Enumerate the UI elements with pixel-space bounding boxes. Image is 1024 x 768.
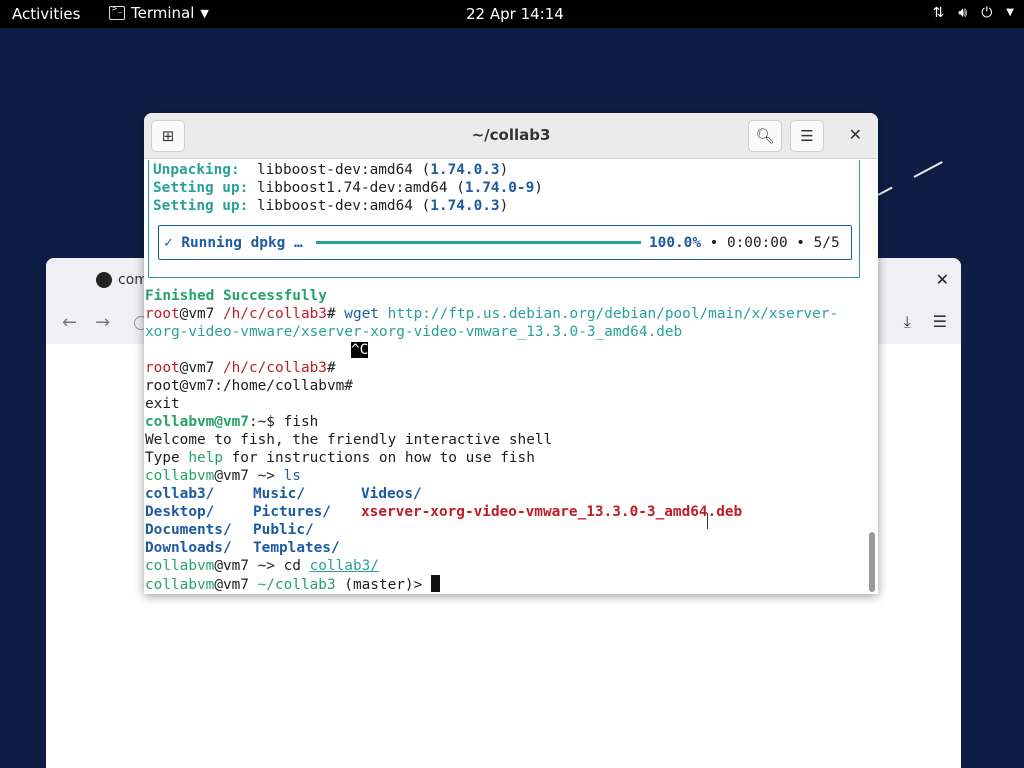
download-icon[interactable]: ⤓ — [904, 312, 911, 332]
progress-label: ✓ Running dpkg … — [164, 235, 303, 251]
network-icon: ⇅ — [932, 5, 945, 21]
menu-icon[interactable]: ☰ — [933, 312, 947, 332]
close-icon[interactable]: ✕ — [936, 270, 949, 289]
browser-nav: ← → — [62, 312, 110, 333]
system-tray[interactable]: ⇅ 🔊︎ ⏻ ▼ — [933, 5, 1014, 21]
top-bar: Activities Terminal ▼ 22 Apr 14:14 ⇅ 🔊︎ … — [0, 0, 1024, 28]
terminal-line: exit — [145, 396, 180, 412]
menu-button[interactable]: ☰ — [790, 120, 824, 152]
ls-entry: collab3/ — [145, 486, 215, 502]
terminal-line: root@vm7:/home/collabvm# — [145, 378, 353, 394]
browser-toolbar-right: ⤓ ☰ — [904, 312, 947, 332]
desktop-streak — [877, 186, 893, 196]
browser-tab[interactable]: com — [96, 272, 148, 288]
ls-entry: Music/ — [253, 486, 305, 502]
github-icon — [96, 272, 112, 288]
ls-entry: Documents/ — [145, 522, 232, 538]
app-name: Terminal — [131, 4, 195, 22]
terminal-scrollbar[interactable] — [869, 532, 875, 592]
terminal-line: Finished Successfully — [145, 288, 327, 304]
terminal-window[interactable]: ⊞ ~/collab3 🔍︎ ☰ ✕ Unpacking: libboost-d… — [144, 113, 878, 594]
terminal-line: ^C — [351, 342, 369, 358]
power-icon: ⏻ — [981, 5, 993, 21]
ls-entry: Public/ — [253, 522, 314, 538]
terminal-header: ⊞ ~/collab3 🔍︎ ☰ ✕ — [144, 113, 878, 159]
terminal-line: collabvm@vm7:~$ fish — [145, 414, 319, 430]
progress-status: 100.0% • 0:00:00 • 5/5 — [649, 235, 840, 251]
forward-arrow-icon[interactable]: → — [95, 312, 110, 333]
chevron-down-icon: ▼ — [200, 6, 209, 20]
clock[interactable]: 22 Apr 14:14 — [466, 5, 564, 23]
ls-entry: Pictures/ — [253, 504, 331, 520]
progress-box: ✓ Running dpkg … 100.0% • 0:00:00 • 5/5 — [158, 225, 852, 260]
terminal-prompt[interactable]: collabvm@vm7 ~/collab3 (master)> — [145, 575, 440, 593]
ls-entry: Templates/ — [253, 540, 340, 556]
ls-entry: Videos/ — [361, 486, 422, 502]
terminal-line: Type help for instructions on how to use… — [145, 450, 535, 466]
terminal-line: Setting up: libboost-dev:amd64 (1.74.0.3… — [153, 198, 509, 214]
terminal-line: Welcome to fish, the friendly interactiv… — [145, 432, 553, 448]
ls-entry: Downloads/ — [145, 540, 232, 556]
back-arrow-icon[interactable]: ← — [62, 312, 77, 333]
terminal-line: root@vm7 /h/c/collab3# — [145, 360, 336, 376]
desktop-streak — [913, 161, 943, 178]
search-icon: 🔍︎ — [755, 127, 775, 145]
chevron-down-icon: ▼ — [1006, 7, 1014, 18]
hamburger-icon: ☰ — [800, 127, 814, 145]
activities-button[interactable]: Activities — [12, 5, 80, 23]
ls-entry: Desktop/ — [145, 504, 215, 520]
terminal-icon — [109, 4, 125, 20]
close-icon[interactable]: ✕ — [849, 125, 862, 144]
volume-icon: 🔊︎ — [958, 5, 968, 21]
terminal-line: xorg-video-vmware/xserver-xorg-video-vmw… — [145, 324, 683, 340]
text-cursor — [430, 575, 440, 592]
mouse-ibeam-icon — [707, 513, 713, 529]
terminal-line: Unpacking: libboost-dev:amd64 (1.74.0.3) — [153, 162, 509, 178]
search-button[interactable]: 🔍︎ — [748, 120, 782, 152]
terminal-line: collabvm@vm7 ~> ls — [145, 468, 301, 484]
terminal-line: root@vm7 /h/c/collab3# wget http://ftp.u… — [145, 306, 839, 322]
terminal-line: collabvm@vm7 ~> cd collab3/ — [145, 558, 379, 574]
terminal-output[interactable]: Unpacking: libboost-dev:amd64 (1.74.0.3)… — [144, 160, 878, 594]
terminal-line: Setting up: libboost1.74-dev:amd64 (1.74… — [153, 180, 543, 196]
app-menu[interactable]: Terminal ▼ — [109, 4, 209, 22]
ls-entry: xserver-xorg-video-vmware_13.3.0-3_amd64… — [361, 504, 743, 520]
progress-bar — [316, 241, 641, 244]
